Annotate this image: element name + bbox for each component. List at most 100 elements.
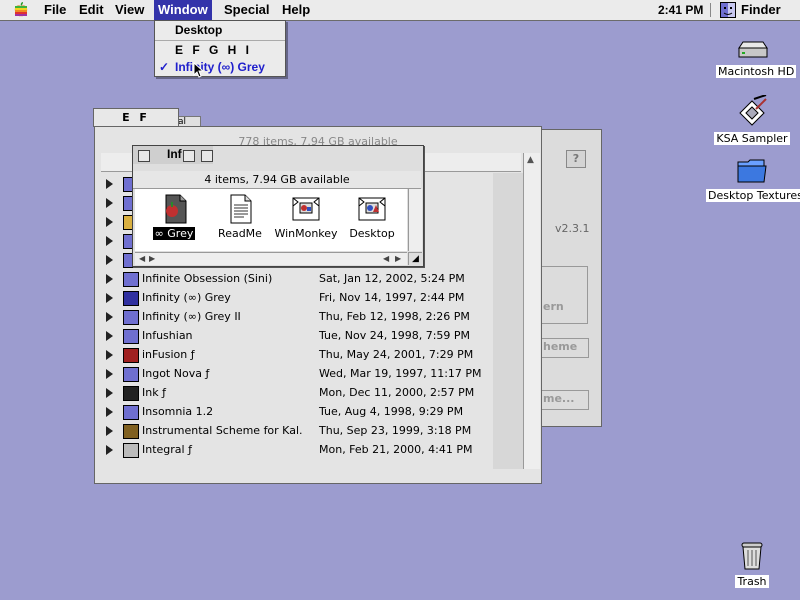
- resize-grow-icon[interactable]: ◢: [408, 252, 422, 265]
- folder-icon: [123, 291, 139, 306]
- list-item[interactable]: Infinite Obsession (Sini) Sat, Jan 12, 20…: [101, 270, 501, 289]
- menu-help[interactable]: Help: [278, 0, 314, 20]
- menu-clock[interactable]: 2:41 PM: [658, 0, 703, 20]
- disclosure-triangle-icon[interactable]: [106, 312, 113, 322]
- close-box-icon[interactable]: [138, 150, 150, 162]
- scroll-left-arrow-icon[interactable]: ◀: [383, 253, 389, 265]
- menu-file[interactable]: File: [40, 0, 70, 20]
- app-menu-label[interactable]: Finder: [741, 0, 781, 20]
- file-desktop[interactable]: Desktop: [337, 193, 407, 240]
- file-winmonkey[interactable]: WinMonkey: [271, 193, 341, 240]
- version-label: v2.3.1: [555, 222, 590, 235]
- menu-window[interactable]: Window: [154, 0, 212, 20]
- scroll-left-arrow-icon[interactable]: ◀: [139, 253, 145, 265]
- list-item[interactable]: inFusion ƒ Thu, May 24, 2001, 7:29 PM: [101, 346, 501, 365]
- apple-menu-icon[interactable]: [12, 2, 30, 18]
- folder-icon: [737, 159, 767, 183]
- menu-bar: File Edit View Window Special Help 2:41 …: [0, 0, 800, 21]
- finder-icon[interactable]: [720, 2, 736, 18]
- disclosure-triangle-icon[interactable]: [106, 407, 113, 417]
- list-item-date: Thu, Sep 23, 1999, 3:18 PM: [319, 424, 472, 437]
- infinity-grey-window[interactable]: Inf 4 items, 7.94 GB available ∞ Grey Re…: [132, 145, 424, 267]
- disclosure-triangle-icon[interactable]: [106, 255, 113, 265]
- menu-item-infinity-grey[interactable]: ✓ Infinity (∞) Grey: [155, 59, 285, 75]
- mouse-cursor-icon: [193, 62, 205, 78]
- list-item-date: Thu, Feb 12, 1998, 2:26 PM: [319, 310, 470, 323]
- list-item[interactable]: Integral ƒ Mon, Feb 21, 2000, 4:41 PM: [101, 441, 501, 460]
- name-button-label: me...: [543, 392, 575, 405]
- disclosure-triangle-icon[interactable]: [106, 350, 113, 360]
- collapse-box-icon[interactable]: [201, 150, 213, 162]
- menu-item-efghi[interactable]: E F G H I: [155, 42, 285, 58]
- checkmark-icon: ✓: [159, 60, 170, 74]
- menu-item-efghi-label: E F G H I: [175, 43, 253, 57]
- menu-divider: [155, 40, 285, 41]
- file-label: ReadMe: [218, 227, 262, 240]
- disclosure-triangle-icon[interactable]: [106, 274, 113, 284]
- zoom-box-icon[interactable]: [183, 150, 195, 162]
- vertical-scrollbar[interactable]: [408, 189, 422, 251]
- picture-file-icon: [292, 197, 320, 221]
- file-infinity-grey[interactable]: ∞ Grey: [139, 193, 209, 240]
- folder-icon: [123, 367, 139, 382]
- file-label: WinMonkey: [274, 227, 338, 240]
- list-item-date: Tue, Aug 4, 1998, 9:29 PM: [319, 405, 464, 418]
- folder-icon: [123, 386, 139, 401]
- menu-view[interactable]: View: [111, 0, 148, 20]
- disclosure-triangle-icon[interactable]: [106, 179, 113, 189]
- list-item[interactable]: Insomnia 1.2 Tue, Aug 4, 1998, 9:29 PM: [101, 403, 501, 422]
- menu-item-desktop[interactable]: Desktop: [155, 22, 285, 38]
- list-item[interactable]: Infushian Tue, Nov 24, 1998, 7:59 PM: [101, 327, 501, 346]
- disclosure-triangle-icon[interactable]: [106, 369, 113, 379]
- list-item-date: Thu, May 24, 2001, 7:29 PM: [319, 348, 474, 361]
- trash-icon: [741, 542, 763, 570]
- window-title: Inf: [167, 147, 182, 161]
- disclosure-triangle-icon[interactable]: [106, 426, 113, 436]
- tab-ef[interactable]: E F: [93, 108, 179, 127]
- folder-icon: [123, 348, 139, 363]
- menu-special[interactable]: Special: [220, 0, 274, 20]
- file-label: Desktop: [349, 227, 395, 240]
- theme-button-label: heme: [543, 340, 578, 353]
- desktop-icon-desktop-textures[interactable]: Desktop Textures: [706, 156, 800, 202]
- list-item[interactable]: Ink ƒ Mon, Dec 11, 2000, 2:57 PM: [101, 384, 501, 403]
- picture-file-icon: [358, 197, 386, 221]
- text-document-icon: [230, 194, 252, 224]
- list-item[interactable]: Ingot Nova ƒ Wed, Mar 19, 1997, 11:17 PM: [101, 365, 501, 384]
- list-item[interactable]: Infinity (∞) Grey Fri, Nov 14, 1997, 2:44…: [101, 289, 501, 308]
- menu-separator: [710, 3, 711, 17]
- desktop-icon-ksa-sampler[interactable]: KSA Sampler: [712, 94, 792, 145]
- disclosure-triangle-icon[interactable]: [106, 236, 113, 246]
- list-item-name: Infinity (∞) Grey II: [142, 310, 241, 323]
- horizontal-scrollbar[interactable]: ◀ ▶ ◀ ▶: [135, 252, 407, 265]
- folder-icon: [123, 272, 139, 287]
- list-item[interactable]: Infinity (∞) Grey II Thu, Feb 12, 1998, 2…: [101, 308, 501, 327]
- ksa-sampler-window[interactable]: ? v2.3.1 ern heme me...: [540, 129, 602, 427]
- list-item[interactable]: Instrumental Scheme for Kal. Thu, Sep 23,…: [101, 422, 501, 441]
- list-item-date: Mon, Dec 11, 2000, 2:57 PM: [319, 386, 475, 399]
- desktop-icon-label: Trash: [735, 575, 769, 588]
- scroll-right-arrow-icon[interactable]: ▶: [149, 253, 155, 265]
- help-button[interactable]: ?: [566, 150, 586, 168]
- desktop-icon-trash[interactable]: Trash: [730, 540, 774, 588]
- list-item-name: Integral ƒ: [142, 443, 192, 456]
- list-item-date: Tue, Nov 24, 1998, 7:59 PM: [319, 329, 471, 342]
- list-item-name: Insomnia 1.2: [142, 405, 214, 418]
- disclosure-triangle-icon[interactable]: [106, 331, 113, 341]
- disclosure-triangle-icon[interactable]: [106, 388, 113, 398]
- menu-edit[interactable]: Edit: [75, 0, 108, 20]
- folder-icon: [123, 310, 139, 325]
- menu-item-desktop-label: Desktop: [175, 23, 223, 37]
- disclosure-triangle-icon[interactable]: [106, 217, 113, 227]
- vertical-scrollbar[interactable]: ▲: [523, 153, 540, 469]
- desktop-icon-macintosh-hd[interactable]: Macintosh HD: [716, 40, 797, 78]
- folder-icon: [123, 443, 139, 458]
- theme-file-icon: [165, 194, 187, 224]
- scroll-up-arrow-icon[interactable]: ▲: [527, 155, 534, 165]
- disclosure-triangle-icon[interactable]: [106, 445, 113, 455]
- disclosure-triangle-icon[interactable]: [106, 198, 113, 208]
- list-item-date: Mon, Feb 21, 2000, 4:41 PM: [319, 443, 473, 456]
- disclosure-triangle-icon[interactable]: [106, 293, 113, 303]
- scroll-right-arrow-icon[interactable]: ▶: [395, 253, 401, 265]
- file-readme[interactable]: ReadMe: [205, 193, 275, 240]
